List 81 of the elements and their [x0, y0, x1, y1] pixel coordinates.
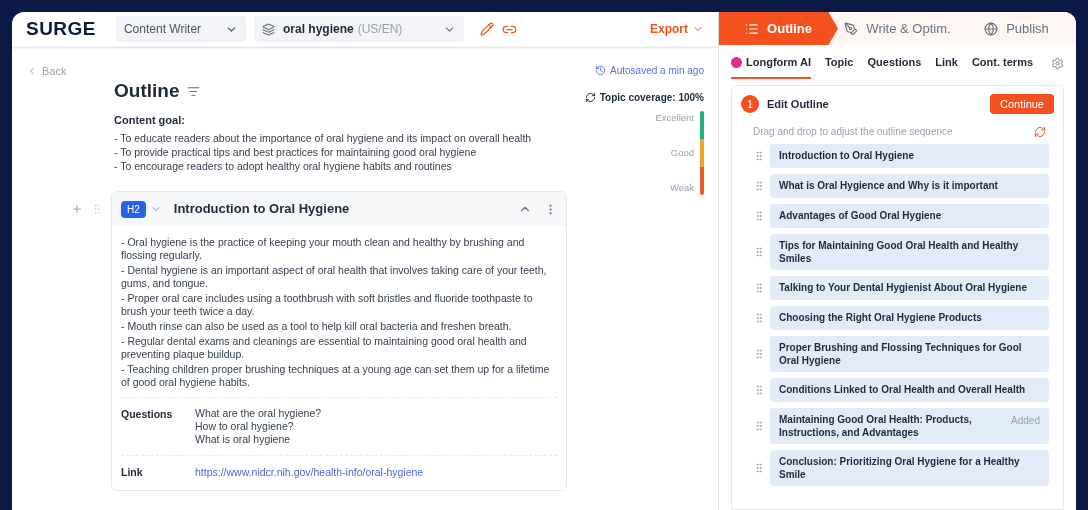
locale-text: (US/EN): [357, 21, 403, 38]
pen-icon: [844, 21, 859, 36]
coverage-text: Topic coverage: 100%: [599, 91, 704, 105]
goal-text: - To encourage readers to adopt healthy oral hygiene habits and routines: [114, 159, 453, 173]
list-icon: [745, 21, 760, 36]
autosave-text: Autosaved a min ago: [610, 64, 704, 78]
stage-tab[interactable]: Write & Optim.: [838, 12, 957, 45]
section-title: Introduction to Oral Hygiene: [173, 200, 350, 219]
pencil-icon[interactable]: [479, 22, 494, 36]
coverage-level-label: Excellent: [655, 111, 694, 125]
logo: SURGE: [26, 16, 96, 41]
refresh-icon[interactable]: [584, 92, 596, 103]
drag-handle-icon[interactable]: [753, 420, 765, 432]
link-label: Link: [121, 465, 144, 480]
layers-icon: [261, 22, 275, 36]
drag-hint: Drag and drop to adjust the outline sequence: [753, 125, 953, 139]
outline-item[interactable]: Conditions Linked to Oral Health and Overall Health: [770, 378, 1049, 402]
questions-label: Questions: [121, 407, 174, 422]
drag-handle-icon[interactable]: [753, 348, 765, 360]
tool-tab[interactable]: Cont. terms: [971, 47, 1034, 79]
outline-item-text: Tips for Maintaining Good Oral Health and Healthy Smiles: [779, 239, 1020, 265]
drag-handle-icon[interactable]: [753, 282, 765, 294]
outline-item[interactable]: Tips for Maintaining Good Oral Health and Healthy Smiles: [770, 234, 1049, 270]
drag-handle-icon[interactable]: [753, 384, 765, 396]
outline-item[interactable]: Proper Brushing and Flossing Techniques for Gool Oral Hygiene: [770, 336, 1049, 372]
drag-handle-icon[interactable]: [753, 180, 765, 192]
heading-level-badge[interactable]: H2: [121, 200, 146, 218]
drag-handle-icon[interactable]: [753, 210, 765, 222]
outline-item[interactable]: Conclusion: Prioritizing Oral Hygiene for a Healthy Smile: [770, 450, 1049, 486]
stage-tab[interactable]: Publish: [957, 12, 1076, 45]
keyword-select[interactable]: oral hygiene (US/EN): [253, 16, 464, 42]
outline-item-text: Maintaining Good Oral Health: Products, Instructions, and Advantages: [779, 413, 973, 439]
question-text: What are the oral hygiene?: [195, 407, 322, 420]
panel-title: Edit Outline: [767, 96, 829, 112]
tool-tab[interactable]: Questions: [867, 47, 922, 79]
section-point: - Regular dental exams and cleanings are essential to maintaining good oral health and preventing plaque buildup.: [121, 335, 528, 361]
settings-icon[interactable]: [1051, 56, 1064, 70]
added-tag: Added: [1011, 413, 1040, 428]
question-text: What is oral hygiene: [195, 433, 292, 446]
coverage-level-label: Weak: [669, 180, 694, 195]
outline-item[interactable]: Maintaining Good Oral Health: Products, Instructions, and Advantages Added: [770, 408, 1049, 444]
tool-tab[interactable]: Longform AI: [731, 47, 811, 79]
drag-handle-icon[interactable]: [91, 203, 103, 215]
section-point: - Oral hygiene is the practice of keeping your mouth clean and healthy by brushing and flossing regularly.: [121, 236, 526, 262]
outline-heading: Outline: [114, 79, 180, 103]
outline-item-text: Conclusion: Prioritizing Oral Hygiene for a Healthy Smile: [779, 455, 1021, 481]
outline-item-text: Proper Brushing and Flossing Techniques for Gool Oral Hygiene: [779, 341, 1023, 367]
goal-text: - To provide practical tips and best practices for maintaining good oral hygiene: [114, 145, 478, 159]
outline-item-text: Introduction to Oral Hygiene: [779, 149, 915, 162]
section-point: - Dental hygiene is an important aspect of oral health that involves taking care of your teeth, gums, and tongue.: [121, 264, 548, 290]
tool-tab[interactable]: Topic: [824, 47, 854, 79]
section-point: - Teaching children proper brushing techniques at a young age can set them up for a lifetime of good oral hygiene habits.: [121, 363, 551, 389]
outline-item[interactable]: What is Oral Hygience and Why is it important: [770, 174, 1049, 198]
outline-item[interactable]: Introduction to Oral Hygiene: [770, 144, 1049, 168]
outline-item-text: What is Oral Hygience and Why is it important: [779, 179, 999, 192]
goal-text: - To educate readers about the importance of oral hygiene and its impact on overall health: [114, 131, 533, 145]
drag-handle-icon[interactable]: [753, 312, 765, 324]
content-goal-label: Content goal:: [114, 112, 186, 128]
section-point: - Proper oral care includes using a toothbrush with soft bristles and fluoride toothpaste to brush your teeth twice a day.: [121, 292, 534, 318]
coverage-level-label: Good: [670, 145, 694, 160]
drag-handle-icon[interactable]: [753, 462, 765, 474]
step-number: 1: [741, 95, 759, 113]
history-icon: [595, 65, 607, 76]
outline-item-text: Advantages of Good Oral Hygiene: [779, 209, 943, 222]
role-select[interactable]: Content Writer: [115, 16, 246, 42]
outline-item-text: Choosing the Right Oral Hygiene Products: [779, 311, 983, 324]
add-icon[interactable]: [71, 203, 83, 215]
question-text: How to oral hygiene?: [195, 420, 295, 433]
outline-item-text: Conditions Linked to Oral Health and Overall Health: [779, 383, 1027, 396]
source-link[interactable]: https://www.nidcr.nih.gov/health-info/oral-hygiene: [195, 465, 424, 481]
globe-icon: [984, 21, 999, 36]
keyword-text: oral hygiene: [282, 21, 354, 38]
outline-item[interactable]: Talking to Your Dental Hygienist About Oral Hygiene: [770, 276, 1049, 300]
outline-item[interactable]: Choosing the Right Oral Hygiene Products: [770, 306, 1049, 330]
sort-icon[interactable]: [187, 84, 201, 98]
outline-item-text: Talking to Your Dental Hygienist About Oral Hygiene: [779, 281, 1028, 294]
drag-handle-icon[interactable]: [753, 246, 765, 258]
section-point: - Mouth rinse can also be used as a tool to help kill oral bacteria and freshen breath.: [121, 320, 513, 333]
outline-item[interactable]: Advantages of Good Oral Hygiene: [770, 204, 1049, 228]
drag-handle-icon[interactable]: [753, 150, 765, 162]
tool-tab[interactable]: Link: [935, 47, 958, 79]
